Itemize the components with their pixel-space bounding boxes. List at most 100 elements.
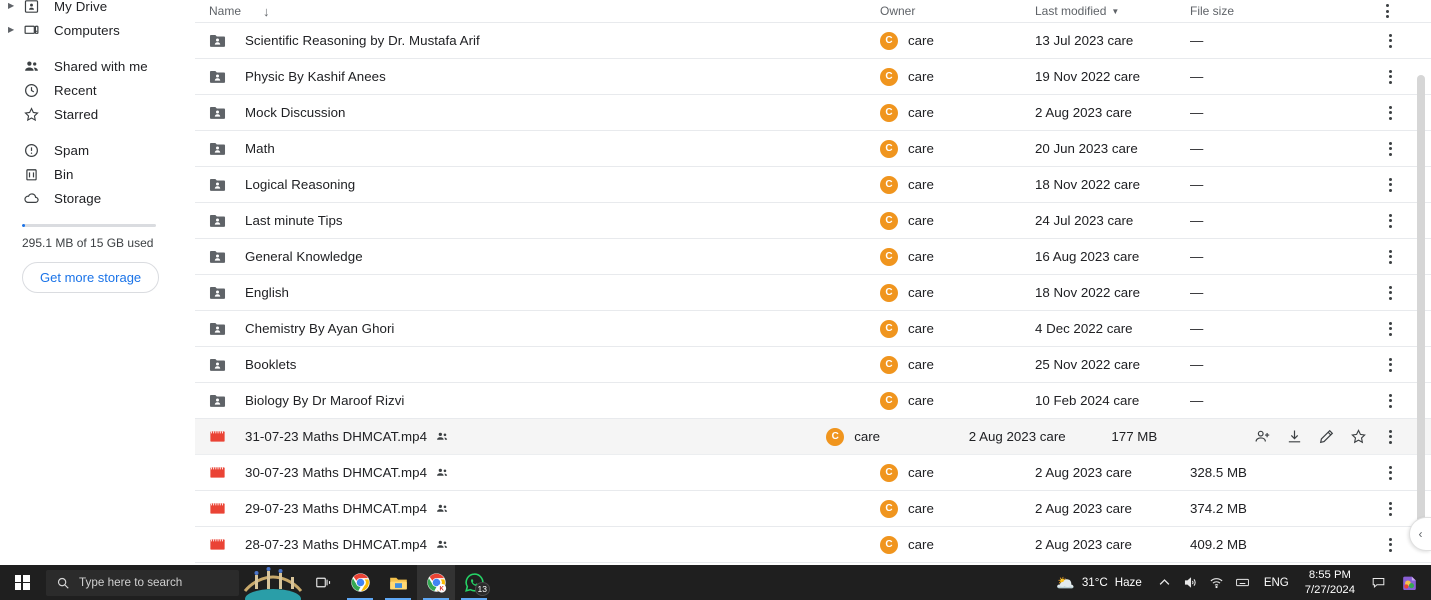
taskbar-search-input[interactable]: Type here to search [46, 569, 239, 596]
more-options-icon[interactable] [1382, 248, 1399, 265]
row-modified-cell: 19 Nov 2022 care [1035, 69, 1190, 84]
row-modified-cell: 20 Jun 2023 care [1035, 141, 1190, 156]
language-indicator[interactable]: ENG [1256, 577, 1297, 589]
row-size-cell: — [1190, 285, 1345, 300]
notifications-icon[interactable] [1363, 565, 1393, 600]
more-options-icon[interactable] [1382, 176, 1399, 193]
table-row[interactable]: Last minute Tips Ccare 24 Jul 2023 care — [195, 203, 1431, 239]
row-size-cell: — [1190, 69, 1345, 84]
tray-app-icon[interactable] [1393, 565, 1425, 600]
row-owner-cell: Ccare [880, 319, 1035, 338]
sidebar-item-starred[interactable]: Starred [0, 102, 195, 126]
row-name-cell: Booklets [207, 355, 880, 375]
row-name-cell: Mock Discussion [207, 103, 880, 123]
table-row[interactable]: Physic By Kashif Anees Ccare 19 Nov 2022 c… [195, 59, 1431, 95]
row-modified-cell: 16 Aug 2023 care [1035, 249, 1190, 264]
more-options-icon[interactable] [1382, 428, 1399, 445]
table-row[interactable]: 28-07-23 Maths DHMCAT.mp4 Ccare 2 Aug 2023… [195, 527, 1431, 563]
file-name: Biology By Dr Maroof Rizvi [245, 393, 405, 408]
chevron-right-icon[interactable]: ▶ [8, 2, 14, 10]
chrome-k-taskbar-icon[interactable]: K [417, 565, 455, 600]
chevron-down-icon[interactable]: ▼ [1111, 7, 1119, 16]
table-row[interactable]: Mock Discussion Ccare 2 Aug 2023 care — [195, 95, 1431, 131]
more-options-icon[interactable] [1382, 104, 1399, 121]
table-row[interactable]: 29-07-23 Maths DHMCAT.mp4 Ccare 2 Aug 2023… [195, 491, 1431, 527]
last-modified-value: 16 Aug 2023 care [1035, 249, 1140, 264]
star-icon[interactable] [1350, 428, 1367, 445]
sidebar-item-storage[interactable]: Storage [0, 186, 195, 210]
video-file-icon [207, 463, 227, 483]
table-row[interactable]: General Knowledge Ccare 16 Aug 2023 care — [195, 239, 1431, 275]
table-row[interactable]: Booklets Ccare 25 Nov 2022 care — [195, 347, 1431, 383]
owner-name: care [908, 33, 934, 48]
list-options-icon[interactable] [1379, 3, 1396, 20]
volume-icon[interactable] [1178, 565, 1204, 600]
more-options-icon[interactable] [1382, 500, 1399, 517]
file-size-value: — [1190, 321, 1204, 336]
keyboard-icon[interactable] [1230, 565, 1256, 600]
file-size-value: — [1190, 357, 1204, 372]
file-name: Logical Reasoning [245, 177, 356, 192]
last-modified-value: 20 Jun 2023 care [1035, 141, 1138, 156]
clock-icon [22, 81, 40, 99]
row-modified-cell: 2 Aug 2023 care [1035, 537, 1190, 552]
table-row[interactable]: 31-07-23 Maths DHMCAT.mp4 Ccare 2 Aug 2023… [195, 419, 1431, 455]
spam-icon [22, 141, 40, 159]
table-row[interactable]: Math Ccare 20 Jun 2023 care — [195, 131, 1431, 167]
table-row[interactable]: 30-07-23 Maths DHMCAT.mp4 Ccare 2 Aug 2023… [195, 455, 1431, 491]
avatar: C [880, 391, 898, 410]
more-options-icon[interactable] [1382, 356, 1399, 373]
column-header-owner[interactable]: Owner [880, 4, 1035, 18]
table-row[interactable]: Logical Reasoning Ccare 18 Nov 2022 care — [195, 167, 1431, 203]
more-options-icon[interactable] [1382, 392, 1399, 409]
pencil-icon[interactable] [1318, 428, 1335, 445]
people-icon [22, 57, 40, 75]
chrome-taskbar-icon[interactable] [341, 565, 379, 600]
start-button[interactable] [0, 565, 44, 600]
more-options-icon[interactable] [1382, 464, 1399, 481]
vertical-scrollbar[interactable] [1417, 75, 1425, 540]
column-header-file-size[interactable]: File size [1190, 4, 1345, 18]
more-options-icon[interactable] [1382, 212, 1399, 229]
more-options-icon[interactable] [1382, 284, 1399, 301]
taskbar-clock[interactable]: 8:55 PM 7/27/2024 [1297, 568, 1363, 596]
avatar: C [880, 103, 898, 122]
download-icon[interactable] [1286, 428, 1303, 445]
sidebar-item-my-drive[interactable]: ▶ My Drive [0, 0, 195, 18]
sidebar-item-shared-with-me[interactable]: Shared with me [0, 54, 195, 78]
sidebar-item-spam[interactable]: Spam [0, 138, 195, 162]
more-options-icon[interactable] [1382, 32, 1399, 49]
sidebar-item-computers[interactable]: ▶ Computers [0, 18, 195, 42]
task-view-button[interactable] [305, 565, 341, 600]
table-row[interactable]: Scientific Reasoning by Dr. Mustafa Arif… [195, 23, 1431, 59]
show-hidden-icons-chevron-up-icon[interactable] [1152, 565, 1178, 600]
table-row[interactable]: Biology By Dr Maroof Rizvi Ccare 10 Feb 20… [195, 383, 1431, 419]
more-options-icon[interactable] [1382, 320, 1399, 337]
sidebar-item-bin[interactable]: Bin [0, 162, 195, 186]
drive-icon [22, 0, 40, 15]
more-options-icon[interactable] [1382, 536, 1399, 553]
column-header-last-modified[interactable]: Last modified ▼ [1035, 4, 1190, 18]
more-options-icon[interactable] [1382, 140, 1399, 157]
more-options-icon[interactable] [1382, 68, 1399, 85]
windows-taskbar: Type here to search K 13 🌥️ 31°C Haze EN… [0, 565, 1431, 600]
add-person-icon[interactable] [1254, 428, 1271, 445]
sidebar-item-recent[interactable]: Recent [0, 78, 195, 102]
file-explorer-taskbar-icon[interactable] [379, 565, 417, 600]
column-header-name[interactable]: Name ↓ [207, 4, 880, 18]
whatsapp-taskbar-icon[interactable]: 13 [455, 565, 493, 600]
file-name: Math [245, 141, 275, 156]
last-modified-value: 18 Nov 2022 care [1035, 285, 1140, 300]
last-modified-value: 18 Nov 2022 care [1035, 177, 1140, 192]
get-more-storage-button[interactable]: Get more storage [22, 262, 160, 293]
weather-widget[interactable]: 🌥️ 31°C Haze [1046, 574, 1152, 592]
sort-descending-icon[interactable]: ↓ [263, 5, 270, 18]
table-row[interactable]: Chemistry By Ayan Ghori Ccare 4 Dec 2022 c… [195, 311, 1431, 347]
chevron-right-icon[interactable]: ▶ [8, 26, 14, 34]
table-row[interactable]: English Ccare 18 Nov 2022 care — [195, 275, 1431, 311]
row-name-cell: Chemistry By Ayan Ghori [207, 319, 880, 339]
news-and-interests-widget[interactable] [241, 565, 305, 600]
sidebar: ▶ My Drive ▶ Computers Shared with me Re… [0, 0, 195, 565]
wifi-icon[interactable] [1204, 565, 1230, 600]
avatar: C [880, 319, 898, 338]
